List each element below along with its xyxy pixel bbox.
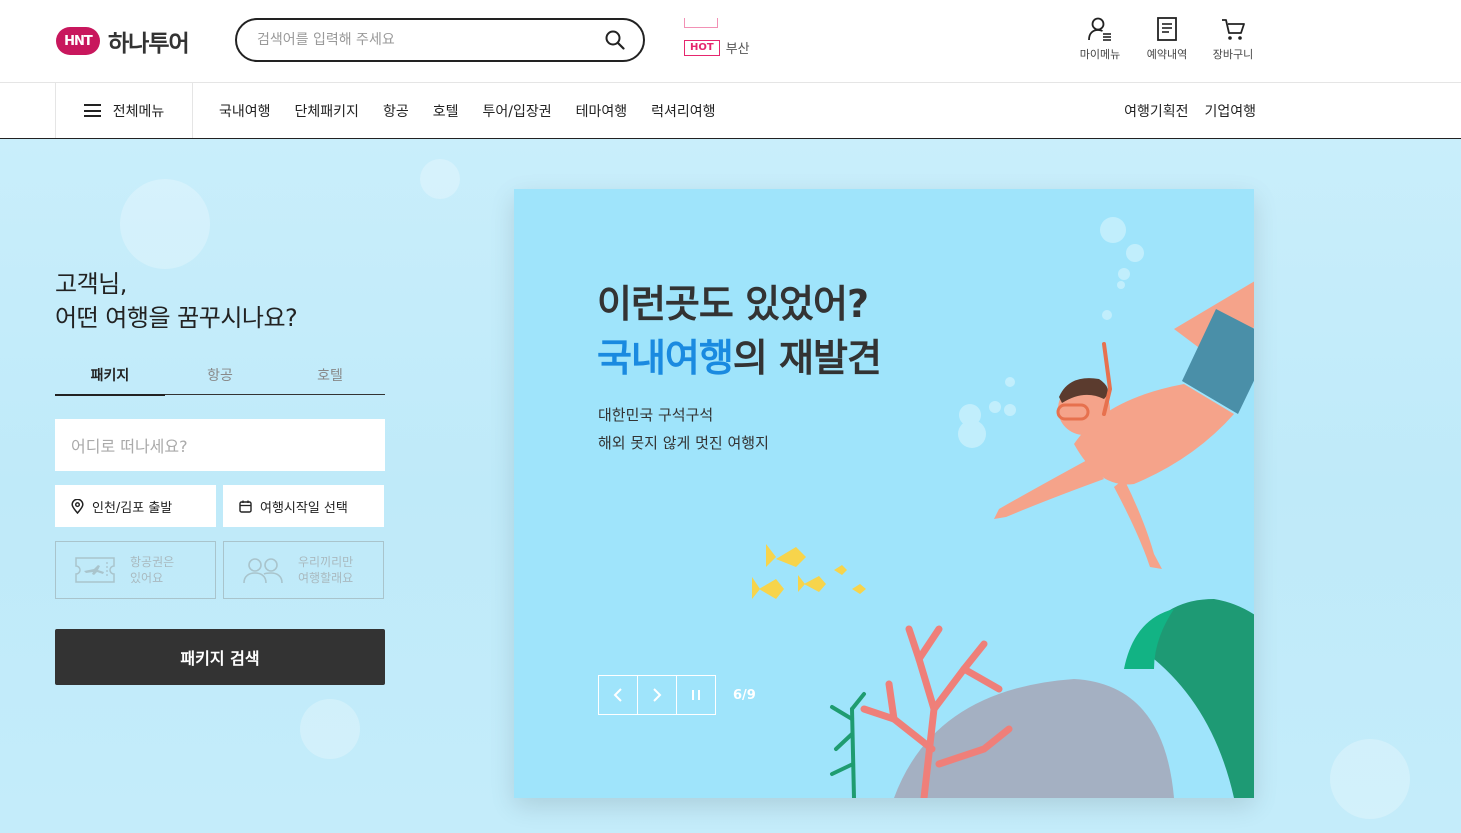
all-menu-button[interactable]: 전체메뉴 <box>55 83 193 138</box>
nav-item-luxury[interactable]: 럭셔리여행 <box>639 101 727 121</box>
search-button[interactable] <box>603 28 627 52</box>
banner-desc-line2: 해외 못지 않게 멋진 여행지 <box>598 434 769 452</box>
banner-pause-button[interactable] <box>676 675 716 715</box>
date-select[interactable]: 여행시작일 선택 <box>223 485 384 527</box>
reservations-button[interactable]: 예약내역 <box>1137 16 1197 62</box>
calendar-icon <box>239 500 252 513</box>
tab-flight[interactable]: 항공 <box>165 361 275 394</box>
document-icon <box>1157 17 1177 41</box>
nav-item-theme[interactable]: 테마여행 <box>564 101 640 121</box>
banner-next-button[interactable] <box>637 675 677 715</box>
package-search-button[interactable]: 패키지 검색 <box>55 629 385 685</box>
hamburger-icon <box>83 104 101 117</box>
location-pin-icon <box>71 498 84 514</box>
greeting-line2: 어떤 여행을 꿈꾸시나요? <box>55 304 298 332</box>
chevron-left-icon <box>613 688 622 702</box>
site-header: HNT 하나투어 HOT 부산 마이메뉴 예약내역 장바구니 <box>0 0 1461 83</box>
bg-bubble <box>300 699 360 759</box>
banner-title: 이런곳도 있었어? 국내여행의 재발견 <box>597 277 882 385</box>
bg-bubble <box>1330 739 1410 819</box>
search-box <box>235 18 645 62</box>
departure-label: 인천/김포 출발 <box>92 500 173 516</box>
pause-icon <box>692 690 700 700</box>
search-tabs: 패키지 항공 호텔 <box>55 361 385 396</box>
my-menu-button[interactable]: 마이메뉴 <box>1070 16 1130 62</box>
banner-controls: 6/9 <box>598 675 756 715</box>
banner-title-accent: 국내여행 <box>597 336 734 380</box>
destination-field[interactable]: 어디로 떠나세요? <box>55 419 385 471</box>
promo-banner[interactable]: 이런곳도 있었어? 국내여행의 재발견 대한민국 구석구석 해외 못지 않게 멋… <box>514 189 1254 798</box>
hot-badge: HOT <box>684 39 720 56</box>
banner-description: 대한민국 구석구석 해외 못지 않게 멋진 여행지 <box>598 401 769 457</box>
hot-keyword[interactable]: HOT 부산 <box>684 38 750 57</box>
nav-right: 여행기획전 기업여행 <box>1124 83 1256 138</box>
tab-hotel[interactable]: 호텔 <box>275 361 385 394</box>
banner-pager: 6/9 <box>733 687 756 703</box>
nav-item-exhibition[interactable]: 여행기획전 <box>1124 101 1188 121</box>
cart-icon <box>1222 19 1245 40</box>
banner-title-rest: 의 재발견 <box>732 336 882 380</box>
bg-bubble <box>420 159 460 199</box>
chevron-right-icon <box>653 688 662 702</box>
greeting-line1: 고객님, <box>55 270 127 298</box>
global-nav: 전체메뉴 국내여행 단체패키지 항공 호텔 투어/입장권 테마여행 럭셔리여행 … <box>0 83 1461 139</box>
ticket-icon <box>75 557 115 583</box>
banner-prev-button[interactable] <box>598 675 638 715</box>
all-menu-label: 전체메뉴 <box>112 103 165 120</box>
group-icon <box>243 558 283 584</box>
has-ticket-option[interactable]: 항공권은 있어요 <box>55 541 216 599</box>
private-group-option[interactable]: 우리끼리만 여행할래요 <box>223 541 384 599</box>
logo-text: 하나투어 <box>108 31 190 57</box>
my-menu-label: 마이메뉴 <box>1079 48 1121 61</box>
hot-keyword-text: 부산 <box>725 42 750 57</box>
user-menu-icon <box>1088 17 1111 41</box>
nav-item-flight[interactable]: 항공 <box>371 101 421 121</box>
logo[interactable]: HNT 하나투어 <box>56 24 190 58</box>
nav-item-group-package[interactable]: 단체패키지 <box>283 101 371 121</box>
nav-item-hotel[interactable]: 호텔 <box>421 101 471 121</box>
private-group-label: 우리끼리만 여행할래요 <box>298 555 354 585</box>
search-icon <box>605 30 625 50</box>
main-visual: 고객님, 어떤 여행을 꿈꾸시나요? 패키지 항공 호텔 어디로 떠나세요? 인… <box>0 139 1461 833</box>
bg-bubble <box>120 179 210 269</box>
has-ticket-label: 항공권은 있어요 <box>130 555 175 585</box>
banner-desc-line1: 대한민국 구석구석 <box>598 406 714 424</box>
reservations-label: 예약내역 <box>1146 48 1188 61</box>
nav-items: 국내여행 단체패키지 항공 호텔 투어/입장권 테마여행 럭셔리여행 <box>207 83 728 138</box>
date-label: 여행시작일 선택 <box>260 500 348 516</box>
cart-button[interactable]: 장바구니 <box>1203 16 1263 62</box>
rolling-keyword-prev <box>684 18 718 28</box>
nav-item-tour[interactable]: 투어/입장권 <box>470 101 563 121</box>
nav-item-domestic[interactable]: 국내여행 <box>207 101 283 121</box>
banner-title-line2: 국내여행의 재발견 <box>597 331 882 385</box>
banner-title-line1: 이런곳도 있었어? <box>597 282 869 326</box>
nav-item-business[interactable]: 기업여행 <box>1204 101 1256 121</box>
tab-package[interactable]: 패키지 <box>55 361 165 396</box>
cart-label: 장바구니 <box>1212 48 1254 61</box>
logo-mark: HNT <box>56 27 100 55</box>
departure-select[interactable]: 인천/김포 출발 <box>55 485 216 527</box>
greeting: 고객님, 어떤 여행을 꿈꾸시나요? <box>55 267 298 335</box>
search-input[interactable] <box>257 32 603 48</box>
